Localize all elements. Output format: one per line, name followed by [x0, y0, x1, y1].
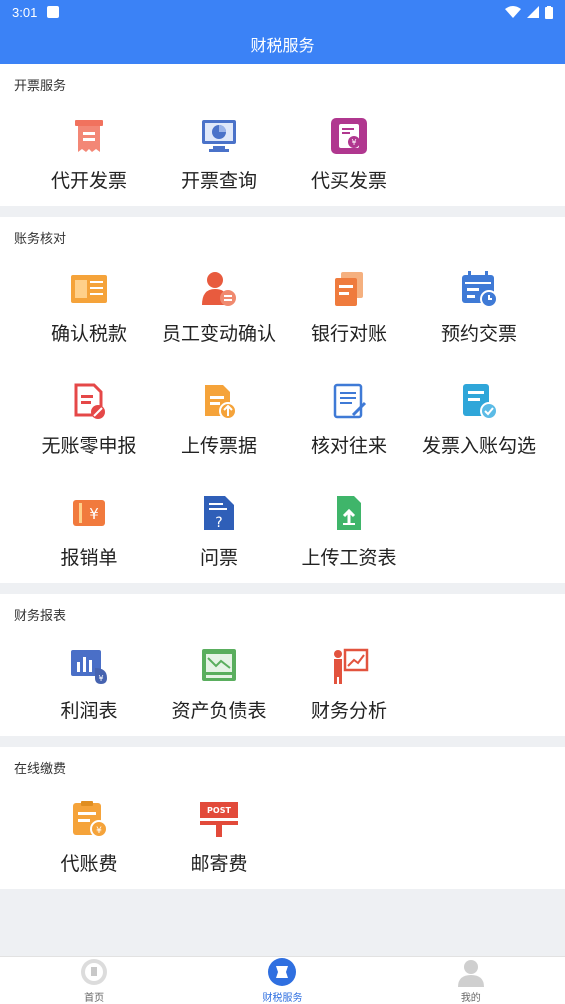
service-sections: 开票服务代开发票 开票查询 ¥ 代买发票账务核对确认税款 员工变动确认 银行对账 预约交票无…	[0, 64, 565, 889]
service-item-label: 代开发票	[50, 170, 127, 192]
doc-upload-icon	[199, 381, 239, 421]
service-item-label: 银行对账	[310, 323, 387, 345]
service-item-label: 核对往来	[310, 435, 387, 457]
doc-check-icon	[459, 381, 499, 421]
status-time: 3:01	[12, 4, 38, 20]
svg-text:¥: ¥	[89, 505, 99, 523]
service-item-label: 确认税款	[50, 323, 127, 345]
service-item[interactable]: ¥ 报销单	[24, 471, 154, 583]
notification-icon	[47, 6, 60, 18]
tab-item[interactable]: 我的	[377, 957, 565, 1004]
post-sign-icon: POST	[199, 799, 239, 839]
wifi-icon	[505, 6, 521, 18]
service-grid: 代开发票 开票查询 ¥ 代买发票	[0, 94, 565, 206]
service-item-label: 开票查询	[180, 170, 257, 192]
service-item-label: 资产负债表	[171, 700, 267, 722]
service-item[interactable]: 财务分析	[284, 624, 414, 736]
service-item-label: 上传工资表	[301, 547, 397, 569]
service-item-label: 员工变动确认	[161, 323, 276, 345]
calendar-clock-icon	[459, 269, 499, 309]
battery-icon	[545, 5, 553, 19]
svg-text:¥: ¥	[96, 826, 102, 836]
balance-sheet-icon	[199, 646, 239, 686]
section-title: 账务核对	[14, 232, 67, 247]
service-item[interactable]: ¥ 利润表	[24, 624, 154, 736]
page-header: 财税服务	[0, 24, 565, 64]
service-grid: 确认税款 员工变动确认 银行对账 预约交票无账零申报 上传票据 核对往来 发票入账勾选 ¥ 报销…	[0, 247, 565, 583]
service-item[interactable]: 银行对账	[284, 247, 414, 359]
service-item[interactable]: 开票查询	[154, 94, 284, 206]
service-item[interactable]: ¥ 代买发票	[284, 94, 414, 206]
service-item[interactable]: 资产负债表	[154, 624, 284, 736]
service-item[interactable]: 预约交票	[414, 247, 544, 359]
svg-text:?: ?	[215, 515, 222, 531]
tab-label: 首页	[84, 993, 105, 1004]
svg-text:¥: ¥	[351, 138, 356, 147]
sheet-upload-icon	[329, 493, 369, 533]
bottom-tab-bar: 首页 财税服务 我的	[0, 956, 565, 1004]
service-section: 账务核对确认税款 员工变动确认 银行对账 预约交票无账零申报 上传票据 核对往来 发票入账勾…	[0, 217, 565, 583]
fee-doc-icon: ¥	[69, 799, 109, 839]
service-item-label: 预约交票	[440, 323, 517, 345]
service-section: 财务报表 ¥ 利润表 资产负债表 财务分析	[0, 594, 565, 736]
service-icon	[267, 957, 297, 987]
service-item[interactable]: 员工变动确认	[154, 247, 284, 359]
monitor-chart-icon	[199, 116, 239, 156]
section-title: 开票服务	[14, 79, 67, 94]
service-section: 在线缴费 ¥ 代账费 POST 邮寄费	[0, 747, 565, 889]
service-item[interactable]: 代开发票	[24, 94, 154, 206]
service-grid: ¥ 利润表 资产负债表 财务分析	[0, 624, 565, 736]
service-item-label: 财务分析	[310, 700, 387, 722]
service-item-label: 问票	[199, 547, 238, 569]
service-item-label: 发票入账勾选	[421, 435, 536, 457]
presenter-chart-icon	[329, 646, 369, 686]
invoice-yen-icon: ¥	[329, 116, 369, 156]
service-item-label: 邮寄费	[190, 853, 248, 875]
service-item[interactable]: 上传票据	[154, 359, 284, 471]
post-sign-text: POST	[207, 806, 231, 815]
service-item[interactable]: ¥ 代账费	[24, 777, 154, 889]
user-icon	[456, 957, 486, 987]
tab-item[interactable]: 财税服务	[188, 957, 376, 1004]
ticket-yen-icon: ¥	[69, 493, 109, 533]
tax-card-icon	[69, 269, 109, 309]
service-item-label: 报销单	[60, 547, 118, 569]
employee-change-icon	[199, 269, 239, 309]
bank-docs-icon	[329, 269, 369, 309]
section-title: 财务报表	[14, 609, 67, 624]
home-icon	[79, 957, 109, 987]
service-item-label: 上传票据	[180, 435, 257, 457]
service-section: 开票服务代开发票 开票查询 ¥ 代买发票	[0, 64, 565, 206]
tab-item[interactable]: 首页	[0, 957, 188, 1004]
page-title: 财税服务	[250, 36, 315, 55]
service-item[interactable]: 确认税款	[24, 247, 154, 359]
doc-edit-icon	[329, 381, 369, 421]
service-item[interactable]: POST 邮寄费	[154, 777, 284, 889]
service-item[interactable]: ? 问票	[154, 471, 284, 583]
section-title: 在线缴费	[14, 762, 67, 777]
service-item-label: 利润表	[60, 700, 118, 722]
service-item-label: 代买发票	[310, 170, 387, 192]
doc-forbid-icon	[69, 381, 109, 421]
receipt-icon	[69, 116, 109, 156]
service-grid: ¥ 代账费 POST 邮寄费	[0, 777, 565, 889]
tab-label: 我的	[460, 993, 481, 1004]
service-item[interactable]: 核对往来	[284, 359, 414, 471]
svg-text:¥: ¥	[98, 674, 103, 683]
service-item[interactable]: 发票入账勾选	[414, 359, 544, 471]
service-item[interactable]: 上传工资表	[284, 471, 414, 583]
signal-icon	[527, 6, 539, 18]
doc-question-icon: ?	[199, 493, 239, 533]
tab-label: 财税服务	[262, 993, 303, 1004]
status-bar: 3:01	[0, 0, 565, 24]
service-item[interactable]: 无账零申报	[24, 359, 154, 471]
service-item-label: 无账零申报	[41, 435, 137, 457]
service-item-label: 代账费	[60, 853, 118, 875]
profit-chart-icon: ¥	[69, 646, 109, 686]
